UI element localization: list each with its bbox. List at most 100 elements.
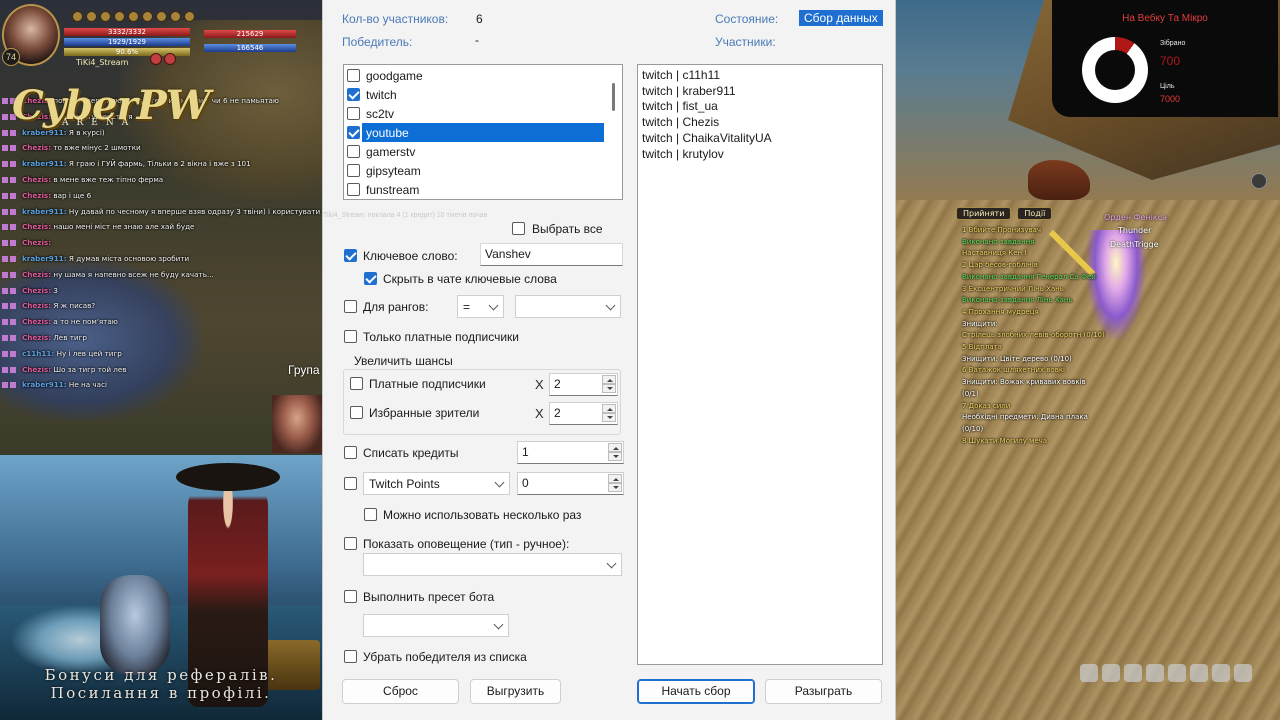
hotbar-icon[interactable] <box>1168 664 1186 682</box>
chat-message: Chezis: Я ж писав? <box>2 299 332 315</box>
platform-item-funstream[interactable]: funstream <box>362 180 604 199</box>
quest-line: Знищити: Вожак кривавих вовків <box>962 378 1086 387</box>
paid-only-checkbox[interactable] <box>344 330 357 343</box>
spin-arrows-icon[interactable] <box>602 404 616 423</box>
bot-preset-label: Выполнить пресет бота <box>363 590 495 604</box>
platform-checkbox-sc2tv[interactable] <box>347 107 360 120</box>
chevron-down-icon <box>605 300 616 311</box>
player-name: TiKi4_Stream <box>76 58 129 67</box>
chevron-down-icon <box>494 477 505 488</box>
hotbar-icon[interactable] <box>1102 664 1120 682</box>
goal-collected-value: 700 <box>1160 54 1181 68</box>
spin-arrows-icon[interactable] <box>608 443 622 462</box>
keyword-checkbox[interactable] <box>344 249 357 262</box>
ally-portrait <box>272 395 322 453</box>
draw-button[interactable]: Разыграть <box>765 679 882 704</box>
platform-item-gipsyteam[interactable]: gipsyteam <box>362 161 604 180</box>
chat-text: Лев тигр <box>53 332 87 342</box>
participant-row[interactable]: twitch | krutylov <box>642 147 878 163</box>
boost-fav-checkbox[interactable] <box>350 406 363 419</box>
platform-checkbox-youtube[interactable] <box>347 126 360 139</box>
platform-label: gipsyteam <box>366 163 421 178</box>
credits-checkbox[interactable] <box>344 446 357 459</box>
keyword-label: Ключевое слово: <box>363 249 458 263</box>
bot-preset-select[interactable] <box>363 614 509 637</box>
hotbar-icon[interactable] <box>1234 664 1252 682</box>
platform-item-gamerstv[interactable]: gamerstv <box>362 142 604 161</box>
ranks-operator-select[interactable]: = <box>457 295 504 318</box>
platform-checkbox-gipsyteam[interactable] <box>347 164 360 177</box>
participant-row[interactable]: twitch | kraber911 <box>642 84 878 100</box>
show-alert-label: Показать оповещение (тип - ручное): <box>363 537 570 551</box>
hotbar-icon[interactable] <box>1190 664 1208 682</box>
chat-username: Chezis: <box>22 222 52 232</box>
platform-item-sc2tv[interactable]: sc2tv <box>362 104 604 123</box>
spin-arrows-icon[interactable] <box>602 375 616 394</box>
multi-use-checkbox[interactable] <box>364 508 377 521</box>
chevron-down-icon <box>488 300 499 311</box>
keyword-input[interactable]: Vanshev <box>480 243 623 266</box>
goal-progress-ring <box>1082 37 1148 103</box>
platform-checkbox-funstream[interactable] <box>347 183 360 196</box>
chat-badge-icons <box>2 315 22 328</box>
participant-row[interactable]: twitch | c11h11 <box>642 68 878 84</box>
chat-badge-icons <box>2 189 22 202</box>
accept-button[interactable]: Прийняти <box>956 207 1012 220</box>
platform-item-youtube[interactable]: youtube <box>362 123 604 142</box>
participant-row[interactable]: twitch | ChaikaVitalityUA <box>642 131 878 147</box>
chat-badge-icons <box>2 205 22 218</box>
multi-use-label: Можно использовать несколько раз <box>383 508 582 522</box>
participant-row[interactable]: twitch | Chezis <box>642 115 878 131</box>
hotbar-icon[interactable] <box>1124 664 1142 682</box>
chat-username: Chezis: <box>22 269 52 279</box>
boost-fav-multiplier[interactable]: 2 <box>549 402 618 425</box>
map-toggle-icon[interactable] <box>1251 173 1267 189</box>
platform-label: gamerstv <box>366 144 416 159</box>
hotbar-icon[interactable] <box>1080 664 1098 682</box>
platform-list[interactable]: goodgame twitch sc2tv youtube gamerstv gipsyt… <box>343 64 623 200</box>
credits-input[interactable]: 1 <box>517 441 624 464</box>
npc-dialog-buttons: Прийняти Події <box>956 207 1053 220</box>
remove-winner-label: Убрать победителя из списка <box>363 650 527 664</box>
points-type-select[interactable]: Twitch Points <box>363 472 510 495</box>
show-alert-checkbox[interactable] <box>344 537 357 550</box>
platform-checkbox-gamerstv[interactable] <box>347 145 360 158</box>
chat-text: нашо мені міст не знаю але хай буде <box>53 222 195 232</box>
hide-keywords-checkbox[interactable] <box>364 272 377 285</box>
status-icon <box>142 11 153 22</box>
status-icon <box>114 11 125 22</box>
platform-checkbox-twitch[interactable] <box>347 88 360 101</box>
reset-button[interactable]: Сброс <box>342 679 459 704</box>
list-scrollbar[interactable] <box>612 83 615 111</box>
platform-item-twitch[interactable]: twitch <box>362 85 604 104</box>
ranks-value-select[interactable] <box>515 295 621 318</box>
participants-list[interactable]: twitch | c11h11 twitch | kraber911 twitch … <box>637 64 883 665</box>
platform-item-goodgame[interactable]: goodgame <box>362 66 604 85</box>
points-checkbox[interactable] <box>344 477 357 490</box>
select-all-label: Выбрать все <box>532 222 603 236</box>
export-button[interactable]: Выгрузить <box>470 679 561 704</box>
bot-preset-checkbox[interactable] <box>344 590 357 603</box>
points-input[interactable]: 0 <box>517 472 624 495</box>
boost-paid-multiplier[interactable]: 2 <box>549 373 618 396</box>
alert-type-select[interactable] <box>363 553 622 576</box>
remove-winner-checkbox[interactable] <box>344 650 357 663</box>
spin-arrows-icon[interactable] <box>608 474 622 493</box>
badge-icon <box>2 176 8 183</box>
status-icon <box>72 11 83 22</box>
credits-value: 1 <box>522 445 529 459</box>
hotbar-icon[interactable] <box>1146 664 1164 682</box>
hotbar-icon[interactable] <box>1212 664 1230 682</box>
ranks-checkbox[interactable] <box>344 300 357 313</box>
chat-text: в мене вже теж тіпно ферма <box>53 174 164 184</box>
badge-icon <box>2 192 8 199</box>
participant-row[interactable]: twitch | fist_ua <box>642 99 878 115</box>
platform-label: sc2tv <box>366 106 395 121</box>
boost-paid-checkbox[interactable] <box>350 377 363 390</box>
events-button[interactable]: Події <box>1017 207 1053 220</box>
select-all-checkbox[interactable] <box>512 222 525 235</box>
start-collect-button[interactable]: Начать сбор <box>637 679 755 704</box>
goal-target-label: Ціль <box>1160 83 1175 90</box>
chat-badge-icons <box>2 252 22 265</box>
platform-checkbox-goodgame[interactable] <box>347 69 360 82</box>
